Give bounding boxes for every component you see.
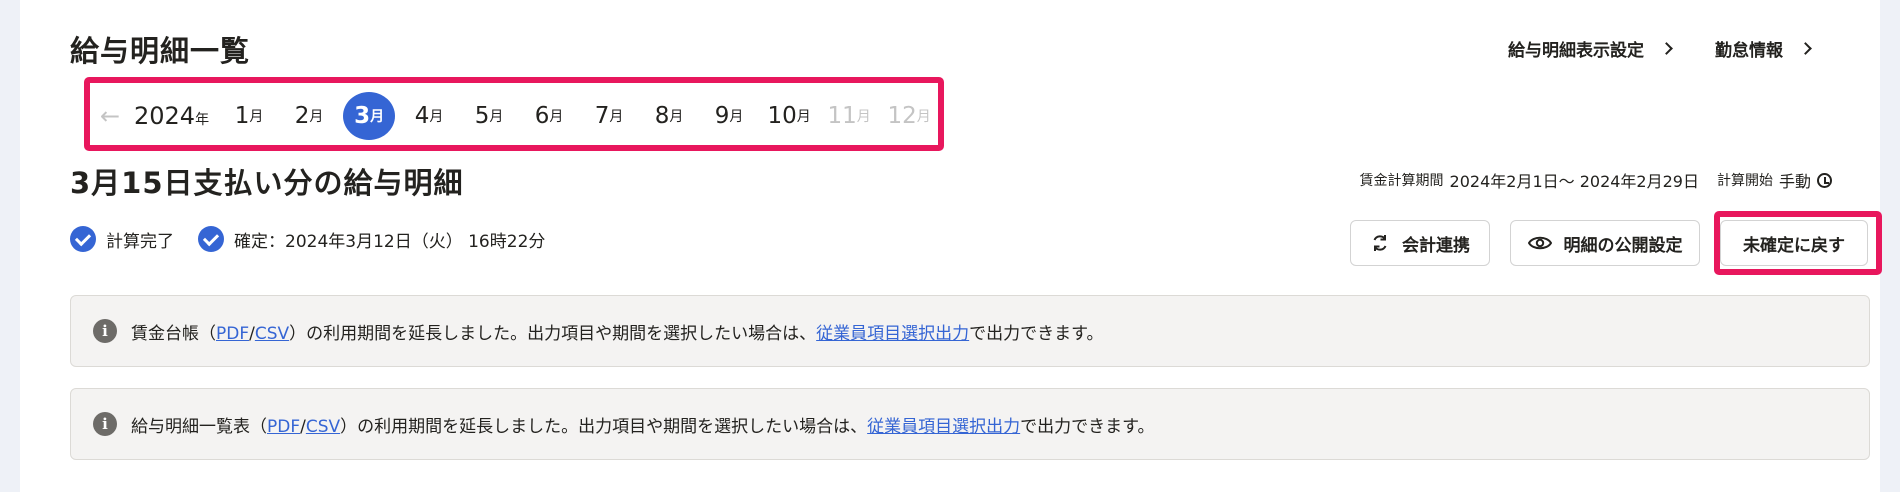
- month-12: 12 月: [883, 92, 935, 140]
- notice-wage-ledger: i 賃金台帳（PDF/CSV）の利用期間を延長しました。出力項目や期間を選択した…: [70, 295, 1870, 367]
- month-unit: 月: [796, 109, 811, 125]
- pay-period-value: 2024年2月1日〜 2024年2月29日: [1449, 172, 1699, 191]
- month-6[interactable]: 6月: [523, 92, 575, 140]
- calc-start-label: 計算開始: [1716, 173, 1773, 189]
- month-5[interactable]: 5月: [463, 92, 515, 140]
- prev-year-arrow-icon[interactable]: ←: [90, 102, 130, 130]
- month-8[interactable]: 8月: [643, 92, 695, 140]
- month-3[interactable]: 3月: [343, 92, 396, 140]
- month-unit: 月: [856, 109, 871, 125]
- top-links: 給与明細表示設定 勤怠情報: [1508, 36, 1812, 61]
- month-number: 6: [534, 103, 550, 129]
- notice-text-middle: ）の利用期間を延長しました。出力項目や期間を選択したい場合は、: [340, 416, 868, 437]
- chevron-right-icon: [1660, 42, 1673, 55]
- page-title: 給与明細一覧: [70, 34, 251, 68]
- month-number: 2: [294, 103, 310, 129]
- notice-payslip-list: i 給与明細一覧表（PDF/CSV）の利用期間を延長しました。出力項目や期間を選…: [70, 388, 1870, 460]
- month-unit: 月: [489, 109, 504, 125]
- month-number: 7: [594, 103, 610, 129]
- year-label: 2024年: [134, 102, 210, 130]
- month-unit: 月: [609, 109, 624, 125]
- month-1[interactable]: 1月: [223, 92, 275, 140]
- notice-text-before: 給与明細一覧表（: [131, 416, 267, 437]
- month-number: 9: [714, 103, 730, 129]
- month-11: 11 月: [823, 92, 875, 140]
- notice-text: 給与明細一覧表（PDF/CSV）の利用期間を延長しました。出力項目や期間を選択し…: [131, 412, 1154, 437]
- month-number: 11: [827, 103, 857, 129]
- attendance-info-label: 勤怠情報: [1715, 41, 1783, 61]
- month-list: 1 月 2 月 3 月 4 月 5 月 6 月 7 月 8 月 9 月 10 月 11 月 12 月: [223, 92, 943, 140]
- sync-icon: [1373, 235, 1387, 251]
- section-title: 3月15日支払い分の給与明細: [70, 166, 464, 200]
- month-unit: 月: [549, 109, 564, 125]
- notice-text-middle: ）の利用期間を延長しました。出力項目や期間を選択したい場合は、: [289, 323, 817, 344]
- month-number: 10: [767, 103, 797, 129]
- check-circle-icon: [70, 226, 96, 252]
- eye-icon: [1527, 236, 1552, 250]
- month-unit: 月: [729, 109, 744, 125]
- pdf-link[interactable]: PDF: [216, 324, 249, 344]
- payslip-display-settings-link[interactable]: 給与明細表示設定: [1508, 36, 1673, 61]
- revert-unconfirmed-button[interactable]: 未確定に戻す: [1720, 220, 1868, 266]
- csv-link[interactable]: CSV: [255, 324, 289, 344]
- revert-unconfirmed-label: 未確定に戻す: [1743, 235, 1845, 256]
- month-unit: 月: [669, 109, 684, 125]
- employee-item-export-link[interactable]: 従業員項目選択出力: [816, 324, 969, 344]
- month-7[interactable]: 7月: [583, 92, 635, 140]
- csv-link[interactable]: CSV: [306, 417, 340, 437]
- month-9[interactable]: 9月: [703, 92, 755, 140]
- status-row: 計算完了 確定：2024年3月12日（火） 16時22分: [70, 226, 545, 252]
- pdf-link[interactable]: PDF: [267, 417, 300, 437]
- payslip-display-settings-label: 給与明細表示設定: [1508, 41, 1644, 61]
- notice-text-after: で出力できます。: [1020, 416, 1155, 437]
- month-number: 1: [234, 103, 250, 129]
- accounting-sync-label: 会計連携: [1402, 235, 1470, 256]
- month-nav: ← 2024年 1 月 2 月 3 月 4 月 5 月 6 月 7 月 8 月 9 月 10 月 11 月 12 月: [90, 92, 943, 140]
- month-number: 5: [474, 103, 490, 129]
- main-card: 給与明細一覧 給与明細表示設定 勤怠情報 ← 2024年 1月2月3月4月5月6…: [20, 0, 1882, 492]
- month-unit: 月: [429, 109, 444, 125]
- pay-period-label: 賃金計算期間: [1359, 173, 1444, 189]
- notice-text: 賃金台帳（PDF/CSV）の利用期間を延長しました。出力項目や期間を選択したい場…: [131, 319, 1103, 344]
- employee-item-export-link[interactable]: 従業員項目選択出力: [867, 417, 1020, 437]
- status-confirmed: 確定：2024年3月12日（火） 16時22分: [234, 231, 546, 252]
- month-number: 8: [654, 103, 670, 129]
- info-icon: i: [93, 412, 117, 436]
- payslip-publish-settings-label: 明細の公開設定: [1563, 235, 1683, 256]
- month-10[interactable]: 10 月: [763, 92, 815, 140]
- status-calc-done: 計算完了: [106, 231, 174, 252]
- calc-start-value: 手動: [1778, 172, 1811, 191]
- check-circle-icon: [198, 226, 224, 252]
- attendance-info-link[interactable]: 勤怠情報: [1715, 36, 1812, 61]
- notice-text-before: 賃金台帳（: [131, 323, 216, 344]
- month-unit: 月: [309, 109, 324, 125]
- month-number: 3: [354, 103, 371, 129]
- clock-icon: [1817, 172, 1832, 188]
- accounting-sync-button[interactable]: 会計連携: [1350, 220, 1490, 266]
- notice-text-after: で出力できます。: [969, 323, 1104, 344]
- info-icon: i: [93, 319, 117, 343]
- month-unit: 月: [249, 109, 264, 125]
- month-number: 4: [414, 103, 430, 129]
- month-2[interactable]: 2月: [283, 92, 335, 140]
- chevron-right-icon: [1799, 42, 1812, 55]
- pay-period: 賃金計算期間 2024年2月1日〜 2024年2月29日 計算開始 手動: [1360, 168, 1832, 192]
- month-unit: 月: [370, 109, 385, 125]
- month-4[interactable]: 4月: [403, 92, 455, 140]
- payslip-publish-settings-button[interactable]: 明細の公開設定: [1510, 220, 1700, 266]
- month-number: 12: [887, 103, 917, 129]
- month-unit: 月: [916, 109, 931, 125]
